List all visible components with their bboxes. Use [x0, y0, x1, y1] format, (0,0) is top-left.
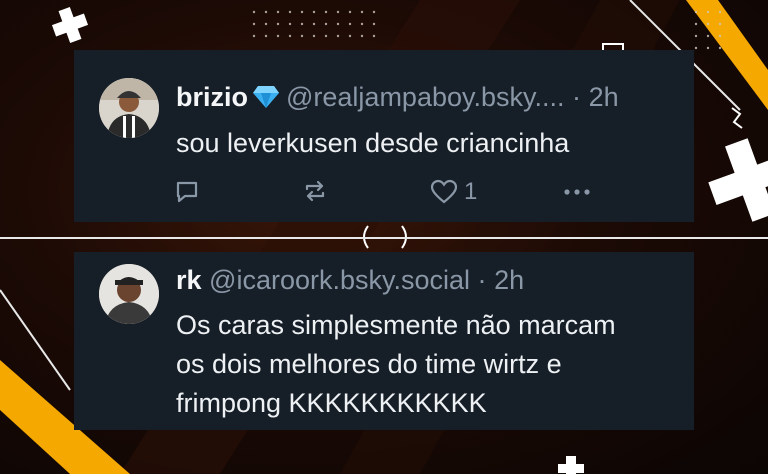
post-actions: 1: [174, 178, 594, 208]
author-handle[interactable]: @icaroork.bsky.social: [209, 265, 470, 295]
author-name[interactable]: brizio: [176, 82, 248, 112]
post-card[interactable]: brizio @realjampaboy.bsky.... · 2h sou le…: [74, 50, 694, 222]
post-time[interactable]: 2h: [494, 265, 524, 295]
heart-icon: [430, 179, 458, 204]
post-card[interactable]: rk @icaroork.bsky.social · 2h Os caras s…: [74, 252, 694, 430]
avatar[interactable]: [99, 78, 159, 138]
more-button[interactable]: [562, 180, 592, 204]
more-icon: [564, 189, 590, 195]
divider-line: [0, 237, 768, 239]
repost-icon: [305, 180, 325, 202]
reply-button[interactable]: [174, 178, 200, 204]
separator-dot: ·: [572, 82, 582, 112]
post-header: rk @icaroork.bsky.social · 2h: [176, 265, 524, 296]
author-handle[interactable]: @realjampaboy.bsky....: [286, 82, 565, 112]
author-name[interactable]: rk: [176, 265, 202, 295]
post-text: sou leverkusen desde criancinha: [176, 128, 570, 158]
like-count: 1: [464, 178, 478, 205]
avatar[interactable]: [99, 264, 159, 324]
post-header: brizio @realjampaboy.bsky.... · 2h: [176, 82, 619, 116]
diamond-icon: [252, 85, 280, 116]
separator-dot: ·: [477, 265, 487, 295]
post-time[interactable]: 2h: [589, 82, 619, 112]
repost-button[interactable]: [302, 178, 328, 204]
post-text: Os caras simplesmente não marcam os dois…: [176, 310, 616, 418]
reply-icon: [176, 181, 198, 203]
avatar-image: [99, 78, 159, 138]
like-button[interactable]: 1: [430, 178, 477, 206]
avatar-image: [99, 264, 159, 324]
